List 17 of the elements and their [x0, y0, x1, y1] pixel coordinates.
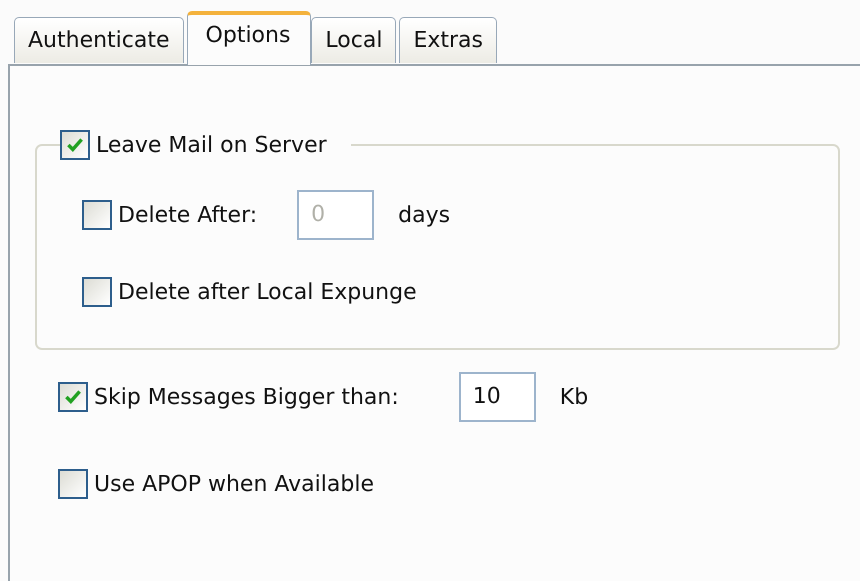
checkbox[interactable] — [82, 200, 112, 230]
unit-label: Kb — [560, 384, 588, 410]
checkbox[interactable] — [82, 277, 112, 307]
tab[interactable]: Local — [311, 17, 396, 63]
unit-label: days — [398, 202, 450, 228]
checkbox[interactable] — [60, 130, 90, 160]
tab[interactable]: Options — [186, 11, 312, 65]
checkbox-label: Delete After: — [118, 202, 258, 228]
tab[interactable]: Authenticate — [14, 17, 184, 63]
checkbox-label: Use APOP when Available — [94, 472, 374, 496]
checkbox-label: Leave Mail on Server — [96, 132, 327, 158]
tab[interactable]: Extras — [399, 17, 497, 63]
checkbox-label: Skip Messages Bigger than: — [94, 384, 399, 410]
checkbox[interactable] — [58, 469, 88, 499]
checkbox-label: Delete after Local Expunge — [118, 280, 417, 304]
checkbox[interactable] — [58, 382, 88, 412]
input-field[interactable]: 10 — [458, 372, 536, 422]
